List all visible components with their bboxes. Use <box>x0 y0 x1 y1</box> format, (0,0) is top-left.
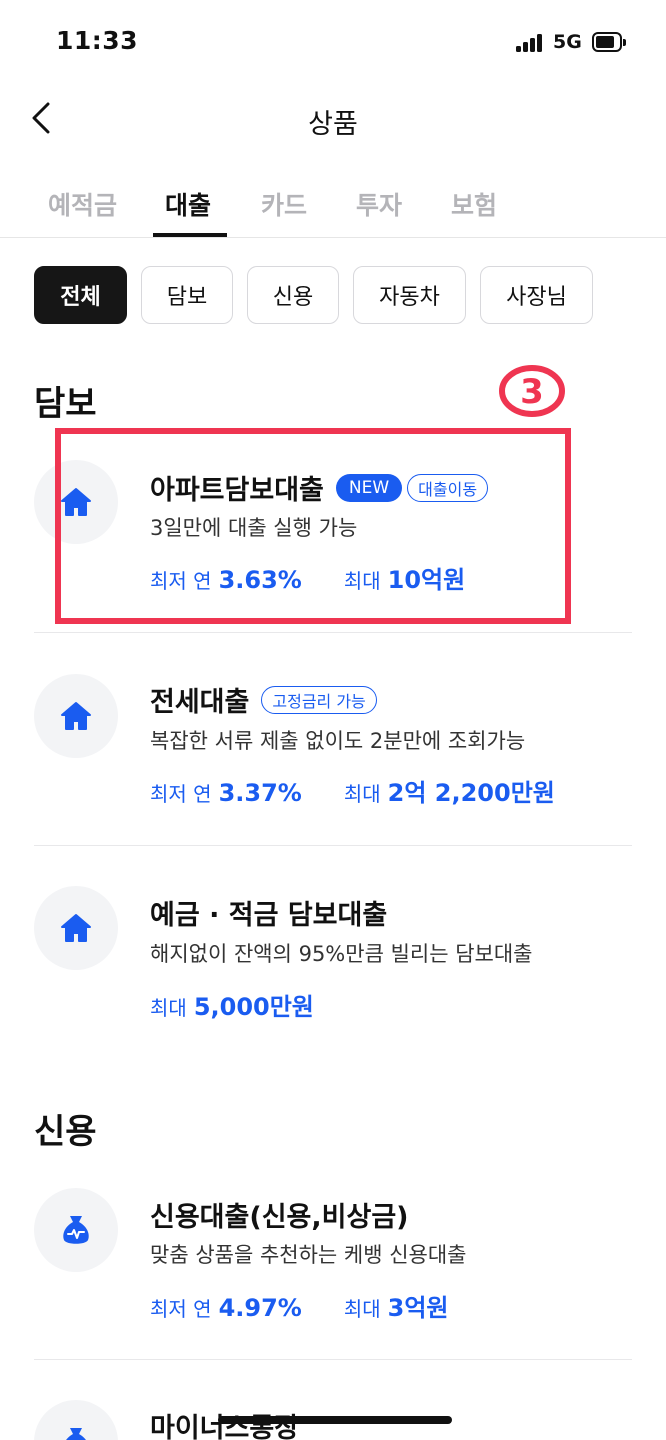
max-amount-value: 2억 2,200만원 <box>387 779 555 807</box>
filter-chip-credit[interactable]: 신용 <box>247 266 339 324</box>
divider <box>34 632 632 633</box>
home-indicator <box>218 1416 452 1424</box>
product-icon <box>34 886 118 970</box>
product-title: 신용대출(신용,비상금) <box>150 1202 409 1233</box>
circled-number-icon: 3 <box>499 365 565 417</box>
min-rate-label: 최저 연 <box>150 1297 212 1321</box>
min-rate-label: 최저 연 <box>150 782 212 806</box>
tab-insurance[interactable]: 보험 <box>451 186 497 222</box>
filter-chip-auto[interactable]: 자동차 <box>353 266 466 324</box>
status-time: 11:33 <box>56 26 139 55</box>
money-bag-icon <box>66 1428 86 1440</box>
max-amount-value: 5,000만원 <box>193 993 314 1021</box>
product-icon <box>34 674 118 758</box>
product-jeonse-loan[interactable]: 전세대출 고정금리 가능 복잡한 서류 제출 없이도 2분만에 조회가능 최저 … <box>34 672 632 812</box>
network-label: 5G <box>553 31 582 53</box>
filter-chip-business[interactable]: 사장님 <box>480 266 593 324</box>
max-amount-label: 최대 <box>150 996 187 1020</box>
house-icon <box>61 914 91 942</box>
tab-deposit[interactable]: 예적금 <box>48 186 117 222</box>
product-deposit-secured-loan[interactable]: 예금 · 적금 담보대출 해지없이 잔액의 95%만큼 빌리는 담보대출 최대 … <box>34 886 632 1026</box>
filter-chip-secured[interactable]: 담보 <box>141 266 233 324</box>
min-rate-value: 3.37% <box>218 779 302 807</box>
page-title: 상품 <box>308 109 358 140</box>
product-rates: 최저 연 3.37% 최대 2억 2,200만원 <box>150 773 555 808</box>
house-icon <box>61 702 91 730</box>
signal-icon <box>516 34 544 52</box>
max-amount-label: 최대 <box>343 782 381 806</box>
min-rate-value: 4.97% <box>218 1294 302 1322</box>
product-credit-loan[interactable]: 신용대출(신용,비상금) 맞춤 상품을 추천하는 케뱅 신용대출 최저 연 4.… <box>34 1188 632 1328</box>
product-desc: 복잡한 서류 제출 없이도 2분만에 조회가능 <box>150 729 526 753</box>
active-tab-indicator <box>153 233 227 237</box>
divider <box>34 1359 632 1360</box>
category-tabs: 예적금 대출 카드 투자 보험 <box>0 176 666 238</box>
product-title: 예금 · 적금 담보대출 <box>150 900 388 931</box>
annotation-number-text: 3 <box>520 372 544 412</box>
tab-card[interactable]: 카드 <box>261 186 307 222</box>
product-icon <box>34 1188 118 1272</box>
product-rates: 최저 연 4.97% 최대 3억원 <box>150 1288 449 1323</box>
product-icon <box>34 1400 118 1440</box>
max-amount-value: 3억원 <box>387 1294 449 1322</box>
filter-chip-all[interactable]: 전체 <box>34 266 127 324</box>
product-desc: 해지없이 잔액의 95%만큼 빌리는 담보대출 <box>150 942 533 966</box>
annotation-highlight-box <box>55 428 571 624</box>
max-amount-label: 최대 <box>343 1297 381 1321</box>
product-title-row: 예금 · 적금 담보대출 <box>150 893 387 932</box>
product-title-row: 신용대출(신용,비상금) <box>150 1195 409 1234</box>
money-bag-icon <box>63 1216 89 1244</box>
product-rates: 최대 5,000만원 <box>150 987 314 1022</box>
divider <box>34 845 632 846</box>
product-title: 전세대출 <box>150 687 250 718</box>
status-bar: 11:33 5G <box>0 0 666 86</box>
product-desc: 맞춤 상품을 추천하는 케뱅 신용대출 <box>150 1243 467 1267</box>
annotation-number: 3 <box>498 364 566 418</box>
section-title-secured: 담보 <box>34 384 97 424</box>
product-title-row: 전세대출 고정금리 가능 <box>150 680 377 719</box>
tab-loan[interactable]: 대출 <box>165 186 211 222</box>
tag-badge: 고정금리 가능 <box>261 685 377 714</box>
section-title-credit: 신용 <box>34 1112 97 1152</box>
tab-invest[interactable]: 투자 <box>356 186 402 222</box>
battery-icon <box>592 32 626 52</box>
